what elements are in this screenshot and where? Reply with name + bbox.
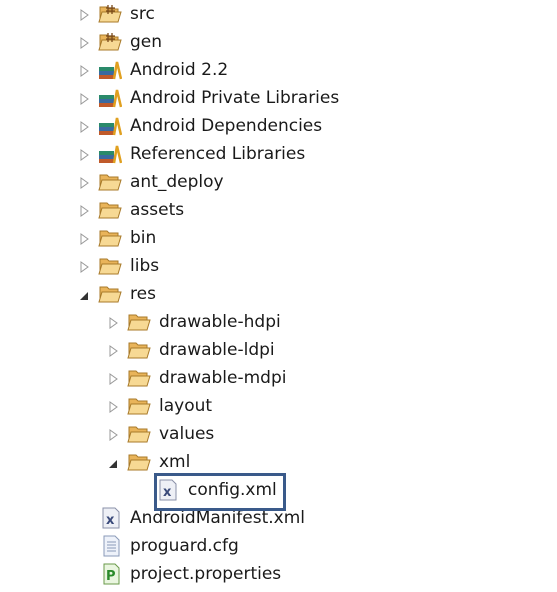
collapsed-arrow-icon[interactable] xyxy=(106,315,120,329)
folder-icon xyxy=(98,199,122,221)
folder-icon xyxy=(98,255,122,277)
text-file-icon xyxy=(99,535,123,557)
library-icon xyxy=(98,87,123,109)
library-icon xyxy=(98,115,123,137)
collapsed-arrow-icon[interactable] xyxy=(77,91,91,105)
tree-item[interactable]: Referenced Libraries xyxy=(0,140,557,168)
tree-item[interactable]: src xyxy=(0,0,557,28)
collapsed-arrow-icon[interactable] xyxy=(106,399,120,413)
tree-item[interactable]: gen xyxy=(0,28,557,56)
tree-item-label: bin xyxy=(130,228,157,248)
tree-item[interactable]: Android Private Libraries xyxy=(0,84,557,112)
folder-icon xyxy=(127,423,151,445)
expanded-arrow-icon[interactable] xyxy=(77,287,91,301)
xml-file-icon: x xyxy=(99,507,123,529)
properties-file-icon: P xyxy=(99,563,123,585)
tree-item-label: layout xyxy=(159,396,213,416)
folder-icon xyxy=(98,227,122,249)
tree-item[interactable]: Android Dependencies xyxy=(0,112,557,140)
tree-item-label: assets xyxy=(130,200,185,220)
collapsed-arrow-icon[interactable] xyxy=(77,35,91,49)
collapsed-arrow-icon[interactable] xyxy=(77,231,91,245)
folder-icon xyxy=(127,451,151,473)
tree-item[interactable]: Android 2.2 xyxy=(0,56,557,84)
tree-item-label: drawable-mdpi xyxy=(159,368,287,388)
tree-item-label: ant_deploy xyxy=(130,172,224,192)
tree-item[interactable]: libs xyxy=(0,252,557,280)
collapsed-arrow-icon[interactable] xyxy=(77,119,91,133)
collapsed-arrow-icon[interactable] xyxy=(106,427,120,441)
collapsed-arrow-icon[interactable] xyxy=(106,371,120,385)
tree-item[interactable]: drawable-ldpi xyxy=(0,336,557,364)
tree-item[interactable]: values xyxy=(0,420,557,448)
folder-icon xyxy=(98,171,122,193)
svg-text:P: P xyxy=(106,569,116,584)
tree-item-label: values xyxy=(159,424,215,444)
collapsed-arrow-icon[interactable] xyxy=(77,63,91,77)
tree-item-label: Referenced Libraries xyxy=(130,144,306,164)
library-icon xyxy=(98,143,123,165)
tree-item-label: Android 2.2 xyxy=(130,60,229,80)
tree-item[interactable]: Pproject.properties xyxy=(0,560,557,588)
tree-item-label: libs xyxy=(130,256,160,276)
folder-icon xyxy=(127,339,151,361)
tree-item-label: drawable-ldpi xyxy=(159,340,275,360)
svg-text:x: x xyxy=(106,513,115,528)
tree-item[interactable]: xml xyxy=(0,448,557,476)
tree-item-label: gen xyxy=(130,32,163,52)
tree-item-label: drawable-hdpi xyxy=(159,312,281,332)
tree-item[interactable]: bin xyxy=(0,224,557,252)
folder-icon xyxy=(127,311,151,333)
tree-item-label: Android Dependencies xyxy=(130,116,323,136)
expanded-arrow-icon[interactable] xyxy=(106,455,120,469)
highlight-box xyxy=(154,473,286,511)
folder-icon xyxy=(127,395,151,417)
folder-icon xyxy=(127,367,151,389)
tree-item[interactable]: proguard.cfg xyxy=(0,532,557,560)
tree-item-label: src xyxy=(130,4,155,24)
tree-item-label: proguard.cfg xyxy=(130,536,239,556)
collapsed-arrow-icon[interactable] xyxy=(106,343,120,357)
folder-icon xyxy=(98,283,122,305)
collapsed-arrow-icon[interactable] xyxy=(77,175,91,189)
tree-item[interactable]: assets xyxy=(0,196,557,224)
library-icon xyxy=(98,59,123,81)
tree-item-label: res xyxy=(130,284,156,304)
source-folder-icon xyxy=(98,31,122,53)
tree-item[interactable]: res xyxy=(0,280,557,308)
tree-item-label: project.properties xyxy=(130,564,282,584)
tree-item-label: Android Private Libraries xyxy=(130,88,340,108)
source-folder-icon xyxy=(98,3,122,25)
collapsed-arrow-icon[interactable] xyxy=(77,7,91,21)
tree-item[interactable]: layout xyxy=(0,392,557,420)
collapsed-arrow-icon[interactable] xyxy=(77,147,91,161)
tree-item[interactable]: drawable-mdpi xyxy=(0,364,557,392)
collapsed-arrow-icon[interactable] xyxy=(77,203,91,217)
tree-item[interactable]: ant_deploy xyxy=(0,168,557,196)
collapsed-arrow-icon[interactable] xyxy=(77,259,91,273)
tree-item-label: xml xyxy=(159,452,191,472)
tree-item[interactable]: drawable-hdpi xyxy=(0,308,557,336)
